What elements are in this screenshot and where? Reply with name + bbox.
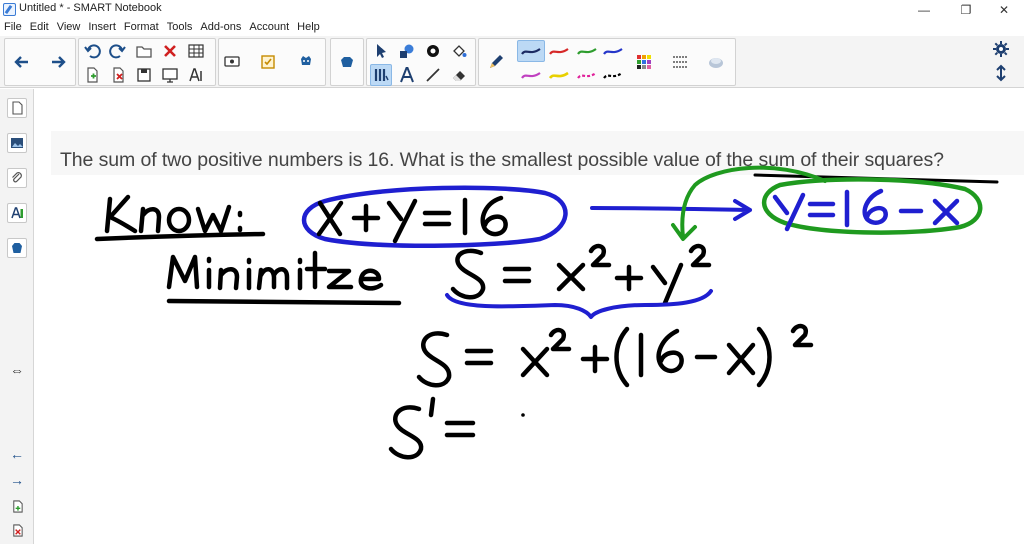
menu-format[interactable]: Format [124, 21, 159, 33]
fill-effects-icon[interactable] [705, 51, 727, 73]
fill-icon[interactable] [448, 40, 470, 62]
substitution-arrow-stroke [590, 199, 752, 221]
handwriting-layer [94, 165, 999, 460]
pen-color-black-dashed[interactable] [599, 64, 627, 86]
smart-notebook-app-icon [3, 3, 16, 16]
objective-equation-stroke [450, 243, 712, 306]
menu-account[interactable]: Account [249, 21, 289, 33]
smart-notebook-window: Untitled * - SMART Notebook — ❐ ✕ File E… [0, 0, 1024, 544]
pen-properties-group [478, 38, 736, 86]
drawing-tools-group [366, 38, 476, 86]
pen-color-blue[interactable] [599, 40, 627, 62]
menu-bar: File Edit View Insert Format Tools Add-o… [0, 19, 1024, 35]
constraint-oval-stroke [302, 185, 568, 249]
sidebar-delete-page-icon[interactable] [7, 521, 27, 539]
menu-view[interactable]: View [57, 21, 81, 33]
toolbar-position-icon[interactable] [990, 62, 1012, 84]
pen-tool-icon[interactable] [370, 64, 392, 86]
sidebar-forward-icon[interactable]: → [7, 471, 27, 489]
lesson-activity-group [330, 38, 364, 86]
pen-color-green[interactable] [573, 40, 601, 62]
attachments-icon[interactable] [7, 168, 27, 188]
text-format-icon[interactable] [185, 64, 207, 86]
page-sorter-icon[interactable] [7, 98, 27, 118]
main-toolbar [0, 36, 1024, 88]
shapes-icon[interactable] [396, 40, 418, 62]
lesson-activity-icon[interactable] [336, 51, 358, 73]
nav-group [4, 38, 76, 86]
select-icon[interactable] [370, 40, 392, 62]
menu-tools[interactable]: Tools [167, 21, 193, 33]
solved-equation-stroke [772, 188, 960, 232]
pen-color-yellow[interactable] [545, 64, 573, 86]
table-icon[interactable] [185, 40, 207, 62]
derivative-equation-stroke [388, 396, 476, 460]
constraint-equation-stroke [316, 195, 508, 244]
objective-brace-stroke [445, 289, 713, 319]
redo-icon[interactable] [107, 40, 129, 62]
gallery-icon[interactable] [7, 133, 27, 153]
sidebar-add-page-icon[interactable] [7, 497, 27, 515]
menu-add-ons[interactable]: Add-ons [200, 21, 241, 33]
document-camera-icon[interactable] [221, 51, 243, 73]
screen-shade-icon[interactable] [159, 64, 181, 86]
sidebar-back-icon[interactable]: ← [7, 445, 27, 463]
menu-edit[interactable]: Edit [30, 21, 49, 33]
save-icon[interactable] [133, 64, 155, 86]
delete-icon[interactable] [159, 40, 181, 62]
title-bar: Untitled * - SMART Notebook — ❐ ✕ [0, 0, 1024, 19]
response-icon[interactable] [257, 51, 279, 73]
window-title: Untitled * - SMART Notebook [19, 2, 162, 14]
back-arrow-icon[interactable] [11, 51, 33, 73]
pen-color-pink-dashed[interactable] [573, 64, 601, 86]
properties-icon[interactable] [7, 203, 27, 223]
undo-icon[interactable] [81, 40, 103, 62]
eraser-icon[interactable] [448, 64, 470, 86]
pen-color-magenta[interactable] [517, 64, 545, 86]
open-file-icon[interactable] [133, 40, 155, 62]
text-icon[interactable] [396, 64, 418, 86]
pen-icon[interactable] [485, 51, 507, 73]
color-palette-icon[interactable] [633, 51, 655, 73]
menu-insert[interactable]: Insert [88, 21, 116, 33]
menu-file[interactable]: File [4, 21, 22, 33]
minimize-button[interactable]: — [904, 0, 944, 19]
pen-color-dark-blue[interactable] [517, 40, 545, 62]
tools-group [218, 38, 326, 86]
edit-group [78, 38, 216, 86]
add-ons-icon[interactable] [295, 51, 317, 73]
know-label-stroke [94, 194, 266, 242]
close-button[interactable]: ✕ [984, 0, 1024, 19]
lesson-activity-builder-icon[interactable] [7, 238, 27, 258]
settings-icon[interactable] [990, 38, 1012, 60]
line-style-icon[interactable] [669, 51, 691, 73]
cursor-dot [521, 413, 525, 417]
add-page-icon[interactable] [81, 64, 103, 86]
forward-arrow-icon[interactable] [47, 51, 69, 73]
delete-page-icon[interactable] [107, 64, 129, 86]
notebook-canvas[interactable]: The sum of two positive numbers is 16. W… [35, 89, 1024, 544]
minimize-label-stroke [166, 250, 402, 306]
line-icon[interactable] [422, 64, 444, 86]
side-panel: ⇔ ← → [0, 89, 34, 544]
menu-help[interactable]: Help [297, 21, 320, 33]
panel-resize-icon[interactable]: ⇔ [7, 361, 27, 379]
substituted-equation-stroke [416, 323, 814, 388]
regular-shapes-icon[interactable] [422, 40, 444, 62]
maximize-button[interactable]: ❐ [946, 0, 986, 19]
pen-color-red[interactable] [545, 40, 573, 62]
